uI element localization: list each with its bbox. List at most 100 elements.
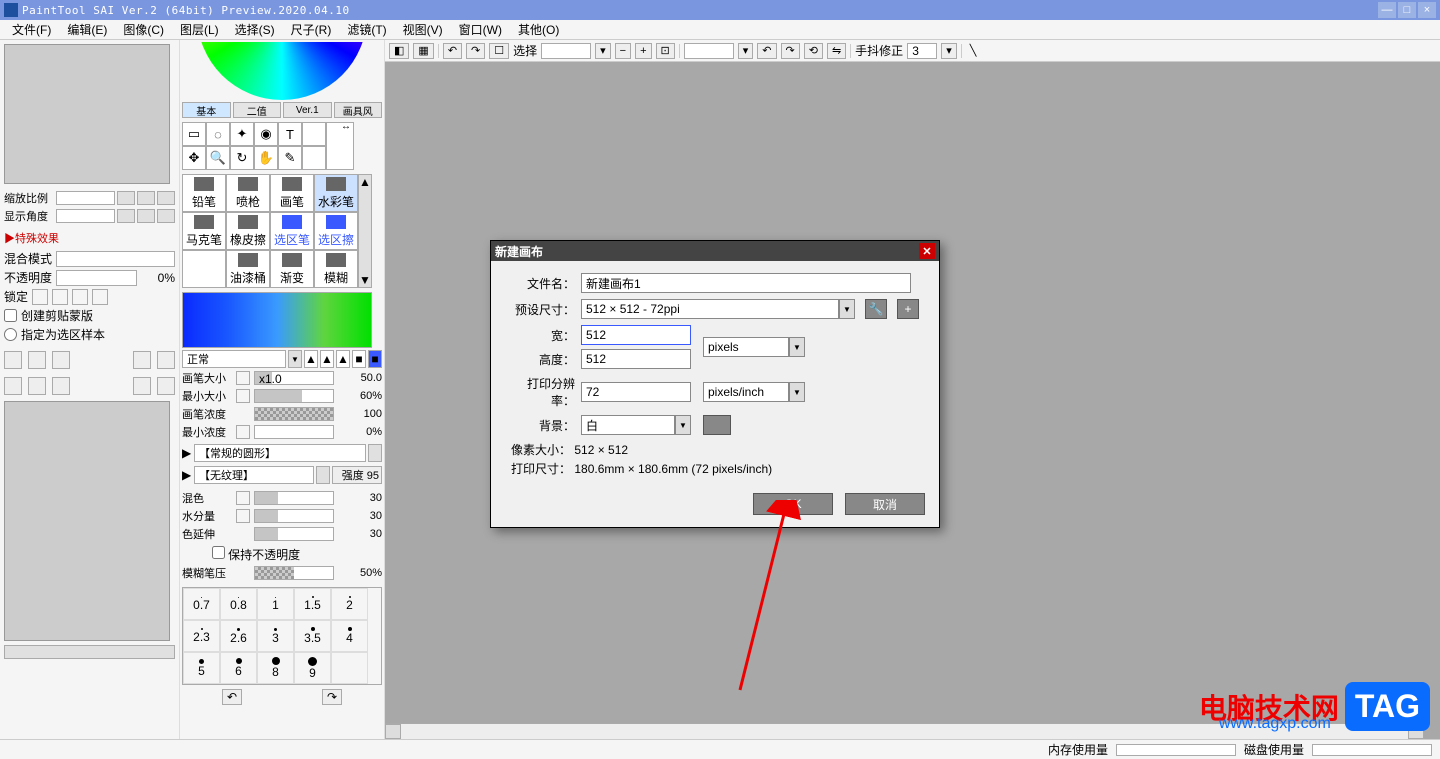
tool-text[interactable]: T bbox=[278, 122, 302, 146]
color-swatch-fg[interactable] bbox=[302, 122, 326, 146]
clear-icon[interactable] bbox=[157, 351, 175, 369]
color-wheel[interactable] bbox=[187, 42, 377, 100]
resolution-input[interactable] bbox=[581, 382, 691, 402]
menu-other[interactable]: 其他(O) bbox=[510, 19, 567, 40]
brush-selpen[interactable]: 选区笔 bbox=[270, 212, 314, 250]
brush-airbrush[interactable]: 喷枪 bbox=[226, 174, 270, 212]
menu-select[interactable]: 选择(S) bbox=[227, 19, 283, 40]
dot-3[interactable]: 1.5 bbox=[294, 588, 331, 620]
zoom-slider[interactable] bbox=[56, 191, 115, 205]
tab-ver1[interactable]: Ver.1 bbox=[283, 102, 332, 118]
angle-slider[interactable] bbox=[56, 209, 115, 223]
menu-layer[interactable]: 图层(L) bbox=[172, 19, 227, 40]
lock-alpha-icon[interactable] bbox=[32, 289, 48, 305]
mask-icon[interactable] bbox=[133, 351, 151, 369]
tool-shape[interactable]: ◉ bbox=[254, 122, 278, 146]
minimize-button[interactable]: — bbox=[1378, 2, 1396, 18]
maximize-button[interactable]: □ bbox=[1398, 2, 1416, 18]
tb-flip[interactable]: ⇋ bbox=[827, 43, 846, 59]
lock-pixel-icon[interactable] bbox=[52, 289, 68, 305]
dot-2[interactable]: 1 bbox=[257, 588, 294, 620]
unit-dd[interactable]: ▼ bbox=[789, 337, 805, 357]
flatten-icon[interactable] bbox=[52, 377, 70, 395]
preset-config-button[interactable]: 🔧 bbox=[865, 299, 887, 319]
bg-select[interactable] bbox=[581, 415, 675, 435]
tex-arrow[interactable]: ▶ bbox=[182, 468, 192, 482]
resolution-unit[interactable] bbox=[703, 382, 789, 402]
angle-reset[interactable] bbox=[157, 209, 175, 223]
dot-11[interactable]: 6 bbox=[220, 652, 257, 684]
tool-wand[interactable]: ✦ bbox=[230, 122, 254, 146]
cancel-button[interactable]: 取消 bbox=[845, 493, 925, 515]
minsize-icon[interactable] bbox=[236, 389, 250, 403]
dialog-close-button[interactable]: ✕ bbox=[919, 243, 935, 259]
tb-nav[interactable]: ◧ bbox=[389, 43, 409, 59]
dot-14[interactable] bbox=[331, 652, 368, 684]
keep-opacity-check[interactable] bbox=[212, 546, 225, 559]
tb-angle-reset[interactable]: ⟲ bbox=[804, 43, 823, 59]
tip-shape-4[interactable]: ■ bbox=[352, 350, 366, 368]
brush-empty[interactable] bbox=[182, 250, 226, 288]
tb-angle-ccw[interactable]: ↶ bbox=[757, 43, 776, 59]
brush-marker[interactable]: 马克笔 bbox=[182, 212, 226, 250]
mix-icon[interactable] bbox=[236, 491, 250, 505]
dot-4[interactable]: 2 bbox=[331, 588, 368, 620]
tb-line-icon[interactable]: ╲ bbox=[966, 43, 981, 59]
tab-basic[interactable]: 基本 bbox=[182, 102, 231, 118]
filename-input[interactable] bbox=[581, 273, 911, 293]
unit-select[interactable] bbox=[703, 337, 789, 357]
brush-pencil[interactable]: 铅笔 bbox=[182, 174, 226, 212]
merge-icon[interactable] bbox=[28, 377, 46, 395]
menu-window[interactable]: 窗口(W) bbox=[451, 19, 510, 40]
tip-shape-2[interactable]: ▲ bbox=[320, 350, 334, 368]
new-vector-icon[interactable] bbox=[28, 351, 46, 369]
tool-zoom[interactable]: 🔍 bbox=[206, 146, 230, 170]
hscroll-left[interactable] bbox=[385, 724, 401, 739]
mindensity-slider[interactable] bbox=[254, 425, 334, 439]
tb-zoom-dd[interactable]: ▾ bbox=[595, 43, 611, 59]
dot-10[interactable]: 5 bbox=[183, 652, 220, 684]
tool-hand[interactable]: ✋ bbox=[254, 146, 278, 170]
size-pressure-icon[interactable] bbox=[236, 371, 250, 385]
trash-icon[interactable] bbox=[133, 377, 151, 395]
brush-watercolor[interactable]: 水彩笔 bbox=[314, 174, 358, 212]
new-layer-icon[interactable] bbox=[4, 351, 22, 369]
tb-zoom-fit[interactable]: ⊡ bbox=[656, 43, 675, 59]
menu-file[interactable]: 文件(F) bbox=[4, 19, 59, 40]
navigator-preview[interactable] bbox=[4, 44, 170, 184]
brush-bucket[interactable]: 油漆桶 bbox=[226, 250, 270, 288]
tip-shape-5[interactable]: ■ bbox=[368, 350, 382, 368]
dot-7[interactable]: 3 bbox=[257, 620, 294, 652]
height-input[interactable] bbox=[581, 349, 691, 369]
angle-plus[interactable] bbox=[137, 209, 155, 223]
dot-0[interactable]: 0.7 bbox=[183, 588, 220, 620]
tip-shape-1[interactable]: ▲ bbox=[304, 350, 318, 368]
brush-scroll[interactable]: ▲▼ bbox=[358, 174, 372, 288]
redo-button[interactable]: ↷ bbox=[322, 689, 342, 705]
tb-redo[interactable]: ↷ bbox=[466, 43, 485, 59]
tb-stab-field[interactable]: 3 bbox=[907, 43, 937, 59]
brush-blur[interactable]: 模糊 bbox=[314, 250, 358, 288]
tb-zoom-minus[interactable]: − bbox=[615, 43, 631, 59]
tool-eyedropper[interactable]: ✎ bbox=[278, 146, 302, 170]
clip-checkbox[interactable] bbox=[4, 309, 17, 322]
menu-ruler[interactable]: 尺子(R) bbox=[283, 19, 340, 40]
tb-stab-dd[interactable]: ▾ bbox=[941, 43, 957, 59]
opacity-slider[interactable] bbox=[56, 270, 137, 286]
dot-1[interactable]: 0.8 bbox=[220, 588, 257, 620]
layer-scrollbar[interactable] bbox=[4, 645, 175, 659]
dot-13[interactable]: 9 bbox=[294, 652, 331, 684]
menu-image[interactable]: 图像(C) bbox=[115, 19, 172, 40]
tool-rotate[interactable]: ↻ bbox=[230, 146, 254, 170]
ok-button[interactable]: OK bbox=[753, 493, 833, 515]
bg-dd[interactable]: ▼ bbox=[675, 415, 691, 435]
tb-angle-field[interactable] bbox=[684, 43, 734, 59]
color-swap[interactable] bbox=[326, 122, 354, 170]
close-button[interactable]: × bbox=[1418, 2, 1436, 18]
tex-dd[interactable] bbox=[316, 466, 330, 484]
spread-slider[interactable] bbox=[254, 527, 334, 541]
preset-add-button[interactable]: + bbox=[897, 299, 919, 319]
minsize-slider[interactable] bbox=[254, 389, 334, 403]
angle-minus[interactable] bbox=[117, 209, 135, 223]
tex-combo[interactable]: 【无纹理】 bbox=[194, 466, 314, 484]
